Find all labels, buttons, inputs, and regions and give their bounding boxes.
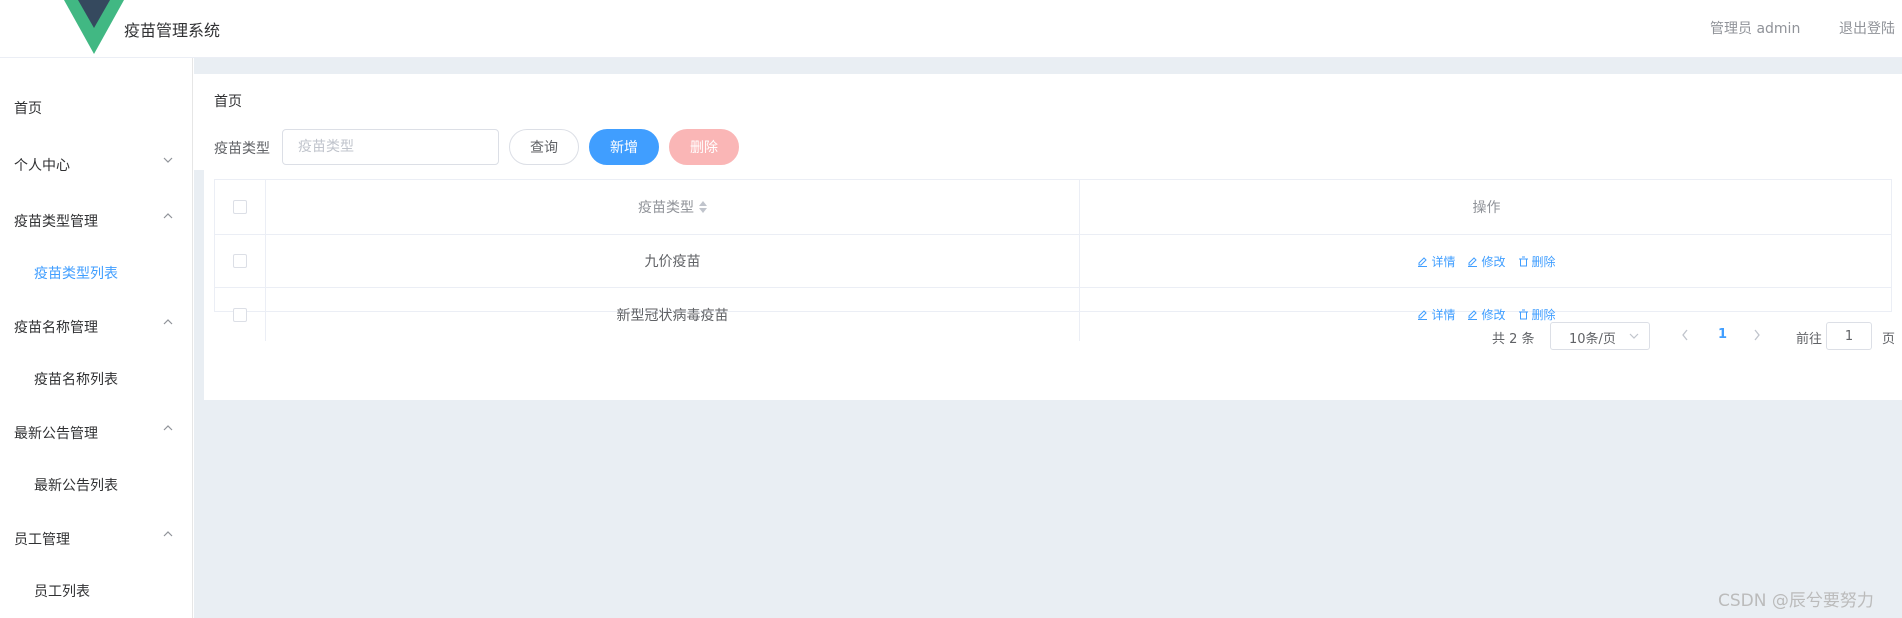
- content-panel: 疫苗类型 查询 新增 删除 疫苗类型 操作: [204, 122, 1902, 400]
- header-check-cell: [215, 180, 265, 234]
- query-button[interactable]: 查询: [509, 129, 579, 165]
- trash-icon: [1518, 309, 1528, 320]
- edit-icon: [1468, 310, 1478, 320]
- vaccine-type-search-input[interactable]: [282, 129, 499, 165]
- chevron-down-icon: [1629, 333, 1639, 339]
- table-header-row: 疫苗类型 操作: [215, 180, 1891, 235]
- goto-label: 前往: [1796, 332, 1823, 347]
- sidebar-subitem-label: 员工列表: [34, 584, 90, 600]
- table-row: 九价疫苗 详情 修改 删除: [215, 235, 1891, 288]
- edit-icon: [1468, 256, 1478, 267]
- sidebar-item-label: 首页: [14, 101, 42, 117]
- sidebar-subitem-vaccine-type-list[interactable]: 疫苗类型列表: [0, 250, 193, 294]
- sidebar-item-label: 最新公告管理: [14, 426, 98, 442]
- delete-label: 删除: [1531, 308, 1556, 322]
- batch-delete-button[interactable]: 删除: [669, 129, 739, 165]
- row-type-cell: 九价疫苗: [265, 235, 1079, 287]
- row-check-cell: [215, 235, 265, 287]
- edit-icon: [1418, 256, 1428, 267]
- sidebar-item-announcement-mgmt[interactable]: 最新公告管理: [0, 410, 193, 454]
- delete-label: 删除: [1531, 254, 1556, 269]
- page-size-value: 10条/页: [1569, 332, 1616, 347]
- sidebar-item-label: 个人中心: [14, 158, 70, 174]
- header-operation-cell: 操作: [1079, 180, 1893, 234]
- detail-label: 详情: [1431, 254, 1456, 269]
- chevron-down-icon: [163, 157, 173, 163]
- search-label: 疫苗类型: [214, 141, 270, 157]
- trash-icon: [1518, 256, 1528, 266]
- row-checkbox[interactable]: [233, 254, 247, 268]
- select-all-checkbox[interactable]: [233, 200, 247, 214]
- edit-label: 修改: [1481, 308, 1506, 322]
- vaccine-type-table: 疫苗类型 操作 九价疫苗 详情 修改 删除 新型冠状病毒疫苗 详情 修改 删除: [214, 179, 1892, 341]
- header-type-cell[interactable]: 疫苗类型: [265, 180, 1079, 234]
- sort-icon[interactable]: [699, 201, 707, 213]
- row-checkbox[interactable]: [233, 307, 247, 322]
- sidebar-item-staff-mgmt[interactable]: 员工管理: [0, 516, 193, 560]
- sidebar-subitem-staff-list[interactable]: 员工列表: [0, 568, 193, 612]
- sidebar-subitem-announcement-list[interactable]: 最新公告列表: [0, 462, 193, 506]
- chevron-up-icon: [163, 319, 173, 325]
- vaccine-type-value: 九价疫苗: [644, 254, 701, 270]
- detail-link[interactable]: 详情: [1417, 306, 1455, 323]
- watermark-text: CSDN @辰兮要努力: [1718, 591, 1874, 611]
- chevron-up-icon: [163, 425, 173, 431]
- goto-page-input[interactable]: [1826, 322, 1872, 350]
- edit-link[interactable]: 修改: [1467, 253, 1506, 270]
- row-operation-cell: 详情 修改 删除: [1079, 235, 1893, 287]
- sidebar-item-vaccine-type-mgmt[interactable]: 疫苗类型管理: [0, 198, 193, 242]
- vue-logo: [64, 0, 124, 54]
- goto-suffix: 页: [1882, 332, 1896, 347]
- main-area: 首页 疫苗类型 查询 新增 删除 疫苗类型 操作: [194, 58, 1902, 618]
- page-number-current[interactable]: 1: [1718, 327, 1727, 342]
- column-header-operation: 操作: [1472, 200, 1501, 216]
- sidebar-item-label: 疫苗名称管理: [14, 320, 98, 336]
- top-header: 疫苗管理系统 管理员 admin 退出登陆: [0, 0, 1902, 58]
- column-header-type: 疫苗类型: [638, 200, 694, 216]
- logout-link[interactable]: 退出登陆: [1839, 18, 1895, 38]
- chevron-up-icon: [163, 531, 173, 537]
- detail-label: 详情: [1431, 308, 1456, 322]
- add-button[interactable]: 新增: [589, 129, 659, 165]
- current-user: 管理员 admin: [1710, 21, 1801, 37]
- sidebar-item-personal-center[interactable]: 个人中心: [0, 142, 193, 186]
- row-operation-cell: 详情 修改 删除: [1079, 288, 1893, 341]
- sidebar-item-home[interactable]: 首页: [0, 85, 193, 129]
- sidebar-subitem-label: 疫苗类型列表: [34, 266, 118, 282]
- vaccine-type-value: 新型冠状病毒疫苗: [616, 307, 729, 324]
- sidebar-item-label: 员工管理: [14, 532, 70, 548]
- sidebar-item-vaccine-name-mgmt[interactable]: 疫苗名称管理: [0, 304, 193, 348]
- page-size-select[interactable]: 10条/页: [1550, 322, 1650, 350]
- row-check-cell: [215, 288, 265, 341]
- edit-icon: [1418, 310, 1428, 320]
- sidebar-subitem-vaccine-name-list[interactable]: 疫苗名称列表: [0, 356, 193, 400]
- app-title: 疫苗管理系统: [124, 21, 221, 40]
- delete-link[interactable]: 删除: [1518, 253, 1556, 270]
- pagination-total: 共 2 条: [1492, 332, 1535, 347]
- row-type-cell: 新型冠状病毒疫苗: [265, 288, 1079, 341]
- chevron-right-icon[interactable]: [1752, 328, 1762, 342]
- edit-link[interactable]: 修改: [1467, 306, 1506, 323]
- breadcrumb-home[interactable]: 首页: [214, 91, 242, 111]
- edit-label: 修改: [1481, 254, 1506, 269]
- delete-link[interactable]: 删除: [1518, 306, 1556, 323]
- chevron-up-icon: [163, 213, 173, 219]
- sidebar-menu: 首页 个人中心 疫苗类型管理 疫苗类型列表 疫苗名称管理 疫苗名称列表 最新公告…: [0, 58, 193, 618]
- sidebar-item-label: 疫苗类型管理: [14, 214, 98, 230]
- sidebar-subitem-label: 疫苗名称列表: [34, 372, 118, 388]
- sidebar-subitem-label: 最新公告列表: [34, 478, 118, 494]
- chevron-left-icon[interactable]: [1680, 328, 1690, 342]
- detail-link[interactable]: 详情: [1417, 253, 1455, 270]
